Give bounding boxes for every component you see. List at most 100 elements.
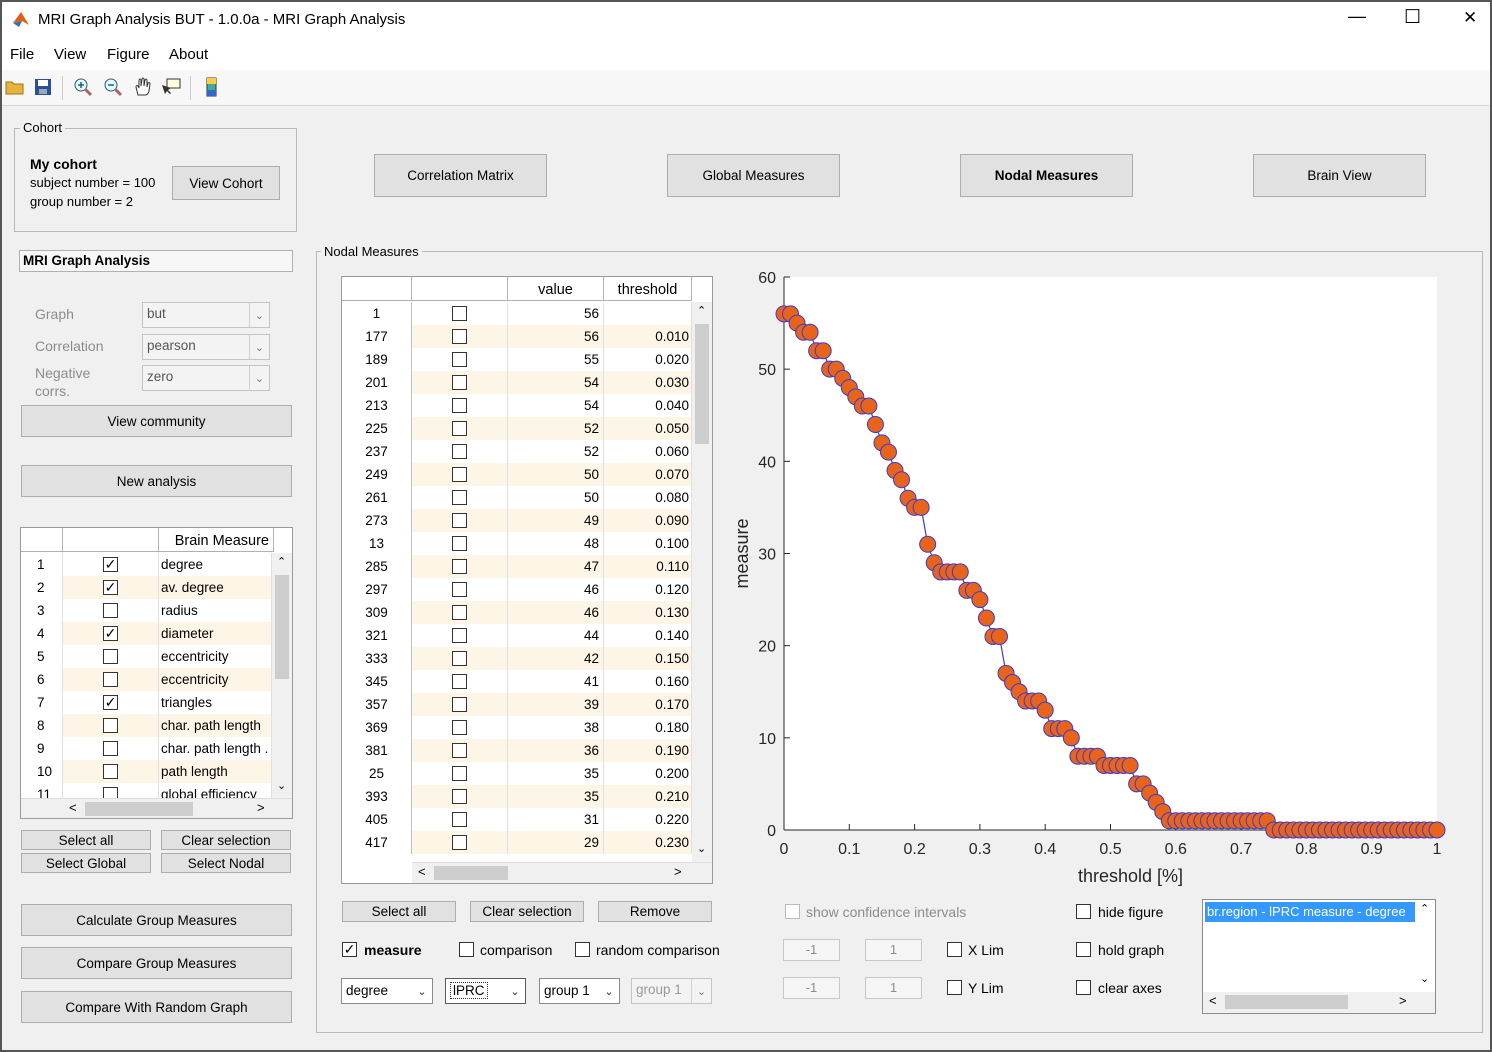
nodal-clear-selection-button[interactable]: Clear selection [470,901,584,922]
listbox-item-selected[interactable]: br.region - lPRC measure - degree [1205,902,1415,922]
table-row[interactable]: 3 radius [21,599,272,622]
zoom-out-icon[interactable] [102,76,124,98]
y-min-input[interactable]: -1 [783,977,840,999]
node-row-checkbox[interactable] [452,421,467,436]
scroll-thumb[interactable] [434,866,508,880]
select-nodal-button[interactable]: Select Nodal [161,853,291,873]
node-row-checkbox[interactable] [452,605,467,620]
group-select[interactable]: group 1 ⌄ [539,978,620,1004]
table-row[interactable]: 285 47 0.110 [342,555,692,578]
table-row[interactable]: 7 ✓ triangles [21,691,272,714]
measure-checkbox[interactable]: ✓ [342,942,357,957]
node-row-checkbox[interactable] [452,329,467,344]
scroll-right-icon[interactable]: > [257,800,265,815]
table-row[interactable]: 9 char. path length . [21,737,272,760]
node-row-checkbox[interactable] [452,306,467,321]
x-max-input[interactable]: 1 [865,939,922,961]
node-row-checkbox[interactable] [452,398,467,413]
scroll-down-icon[interactable]: ⌄ [1420,972,1429,985]
zoom-in-icon[interactable] [72,76,94,98]
table-row[interactable]: 8 char. path length [21,714,272,737]
node-row-checkbox[interactable] [452,651,467,666]
scroll-left-icon[interactable]: < [1209,993,1217,1008]
scroll-left-icon[interactable]: < [418,864,426,879]
table-row[interactable]: 4 ✓ diameter [21,622,272,645]
table-row[interactable]: 345 41 0.160 [342,670,692,693]
table-row[interactable]: 225 52 0.050 [342,417,692,440]
measure-row-checkbox[interactable] [103,741,118,756]
scroll-right-icon[interactable]: > [674,864,682,879]
measure-row-checkbox[interactable]: ✓ [103,626,118,641]
node-row-checkbox[interactable] [452,697,467,712]
table-row[interactable]: 213 54 0.040 [342,394,692,417]
close-button[interactable]: ✕ [1463,8,1477,28]
x-min-input[interactable]: -1 [783,939,840,961]
x-lim-checkbox[interactable] [947,942,962,957]
compare-group-measures-button[interactable]: Compare Group Measures [21,947,292,979]
graph-select[interactable]: but ⌄ [142,302,270,328]
view-cohort-button[interactable]: View Cohort [172,166,280,200]
measure-row-checkbox[interactable] [103,649,118,664]
scroll-thumb[interactable] [1225,995,1348,1009]
random-comparison-checkbox[interactable] [575,942,590,957]
correlation-matrix-button[interactable]: Correlation Matrix [374,154,547,197]
nodal-horizontal-scrollbar[interactable]: < > [412,862,712,883]
node-row-checkbox[interactable] [452,628,467,643]
listbox-horizontal-scrollbar[interactable]: < > [1203,992,1435,1013]
node-row-checkbox[interactable] [452,467,467,482]
node-row-checkbox[interactable] [452,743,467,758]
correlation-select[interactable]: pearson ⌄ [142,334,270,360]
node-row-checkbox[interactable] [452,835,467,850]
scroll-thumb[interactable] [695,324,709,444]
menu-figure[interactable]: Figure [107,46,150,63]
nodal-select-all-button[interactable]: Select all [342,901,456,922]
y-lim-checkbox[interactable] [947,980,962,995]
value-column-header[interactable]: value [508,277,604,301]
nodal-measures-button[interactable]: Nodal Measures [960,154,1133,197]
new-analysis-button[interactable]: New analysis [21,465,292,497]
colorbar-icon[interactable] [200,76,222,98]
table-row[interactable]: 177 56 0.010 [342,325,692,348]
minimize-button[interactable]: — [1348,6,1366,27]
maximize-button[interactable]: ☐ [1404,6,1421,29]
table-row[interactable]: 333 42 0.150 [342,647,692,670]
listbox-vertical-scrollbar[interactable]: ⌃ ⌄ [1415,900,1435,992]
brain-measure-header[interactable]: Brain Measure [159,528,274,552]
node-row-checkbox[interactable] [452,536,467,551]
comparison-checkbox[interactable] [459,942,474,957]
table-row[interactable]: 369 38 0.180 [342,716,692,739]
menu-file[interactable]: File [10,46,34,63]
table-row[interactable]: 25 35 0.200 [342,762,692,785]
table-row[interactable]: 273 49 0.090 [342,509,692,532]
node-row-checkbox[interactable] [452,582,467,597]
scroll-up-icon[interactable]: ⌃ [697,304,706,317]
table-row[interactable]: 13 48 0.100 [342,532,692,555]
node-row-checkbox[interactable] [452,352,467,367]
measure-row-checkbox[interactable]: ✓ [103,580,118,595]
table-row[interactable]: 2 ✓ av. degree [21,576,272,599]
measure-row-checkbox[interactable] [103,764,118,779]
plotted-lines-listbox[interactable]: br.region - lPRC measure - degree ⌃ ⌄ < … [1202,899,1436,1014]
measure-row-checkbox[interactable] [103,603,118,618]
measure-row-checkbox[interactable]: ✓ [103,695,118,710]
scroll-up-icon[interactable]: ⌃ [277,555,286,568]
table-row[interactable]: 249 50 0.070 [342,463,692,486]
table-row[interactable]: 357 39 0.170 [342,693,692,716]
table-row[interactable]: 1 ✓ degree [21,553,272,576]
y-max-input[interactable]: 1 [865,977,922,999]
measure-row-checkbox[interactable] [103,672,118,687]
global-measures-button[interactable]: Global Measures [667,154,840,197]
data-cursor-icon[interactable] [160,76,182,98]
scroll-up-icon[interactable]: ⌃ [1420,902,1429,915]
table-row[interactable]: 5 eccentricity [21,645,272,668]
negative-corrs-select[interactable]: zero ⌄ [142,365,270,391]
table-row[interactable]: 321 44 0.140 [342,624,692,647]
node-row-checkbox[interactable] [452,812,467,827]
table-row[interactable]: 297 46 0.120 [342,578,692,601]
threshold-column-header[interactable]: threshold [604,277,692,301]
measure-select[interactable]: degree ⌄ [341,978,433,1004]
scroll-right-icon[interactable]: > [1399,993,1407,1008]
scroll-thumb[interactable] [275,575,289,679]
node-row-checkbox[interactable] [452,444,467,459]
node-row-checkbox[interactable] [452,766,467,781]
